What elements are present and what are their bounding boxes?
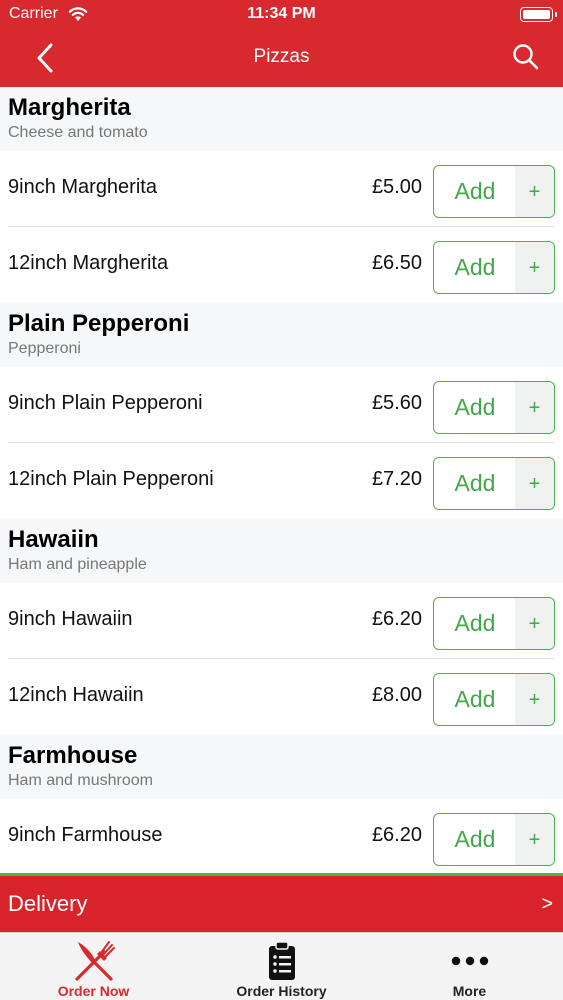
section-subtitle: Cheese and tomato <box>8 124 148 141</box>
status-time: 11:34 PM <box>247 5 316 22</box>
menu-item-row: 9inch Margherita £5.00 Add + <box>0 151 563 227</box>
clipboard-list-icon <box>188 938 375 984</box>
add-button-label: Add <box>454 470 496 496</box>
item-name: 12inch Hawaiin <box>8 684 144 706</box>
more-dots-icon <box>376 938 563 984</box>
section-subtitle: Ham and pineapple <box>8 556 147 573</box>
section-title: Hawaiin <box>8 526 99 553</box>
item-price: £5.00 <box>371 176 422 198</box>
add-button[interactable]: Add + <box>433 165 555 218</box>
search-button[interactable] <box>511 42 541 72</box>
section-subtitle: Pepperoni <box>8 340 81 357</box>
item-name: 12inch Plain Pepperoni <box>8 468 214 490</box>
item-price: £6.50 <box>371 252 422 274</box>
add-button[interactable]: Add + <box>433 813 555 866</box>
item-price: £7.20 <box>371 468 422 490</box>
section-header: Margherita Cheese and tomato <box>0 87 563 151</box>
section-subtitle: Ham and mushroom <box>8 772 153 789</box>
menu-item-row: 9inch Farmhouse £6.20 Add + <box>0 799 563 873</box>
add-button[interactable]: Add + <box>433 241 555 294</box>
add-button-label: Add <box>454 394 496 420</box>
plus-icon: + <box>515 814 554 865</box>
item-price: £6.20 <box>371 608 422 630</box>
section-header: Plain Pepperoni Pepperoni <box>0 303 563 367</box>
menu-item-row: 9inch Plain Pepperoni £5.60 Add + <box>0 367 563 443</box>
add-button-label: Add <box>454 610 496 636</box>
plus-icon: + <box>515 382 554 433</box>
tab-label: Order Now <box>57 983 130 999</box>
add-button[interactable]: Add + <box>433 381 555 434</box>
tab-order-now[interactable]: Order Now <box>0 933 187 1000</box>
plus-icon: + <box>515 242 554 293</box>
section-title: Margherita <box>8 94 131 121</box>
plus-icon: + <box>515 674 554 725</box>
plus-icon: + <box>515 458 554 509</box>
menu-list[interactable]: Margherita Cheese and tomato 9inch Margh… <box>0 87 563 873</box>
status-bar: Carrier 11:34 PM <box>0 0 563 30</box>
item-name: 9inch Margherita <box>8 176 157 198</box>
plus-icon: + <box>515 166 554 217</box>
menu-item-row: 9inch Hawaiin £6.20 Add + <box>0 583 563 659</box>
section-title: Farmhouse <box>8 742 138 769</box>
page-title: Pizzas <box>253 46 310 67</box>
tab-label: More <box>452 983 487 999</box>
delivery-bar[interactable]: Delivery > <box>0 873 563 932</box>
add-button-label: Add <box>454 254 496 280</box>
battery-icon <box>520 7 557 22</box>
tab-more[interactable]: More <box>376 933 563 1000</box>
add-button-label: Add <box>454 826 496 852</box>
tab-bar: Order Now Order History More <box>0 932 563 1000</box>
section-title: Plain Pepperoni <box>8 310 190 337</box>
menu-item-row: 12inch Margherita £6.50 Add + <box>0 227 563 303</box>
menu-item-row: 12inch Hawaiin £8.00 Add + <box>0 659 563 735</box>
item-price: £5.60 <box>371 392 422 414</box>
add-button[interactable]: Add + <box>433 673 555 726</box>
add-button-label: Add <box>454 686 496 712</box>
tab-order-history[interactable]: Order History <box>188 933 375 1000</box>
search-icon <box>513 44 539 70</box>
item-price: £8.00 <box>371 684 422 706</box>
add-button[interactable]: Add + <box>433 597 555 650</box>
delivery-label: Delivery <box>8 891 88 916</box>
nav-bar: Pizzas <box>0 30 563 87</box>
tab-label: Order History <box>236 983 327 999</box>
chevron-right-icon: > <box>541 893 553 915</box>
item-name: 9inch Hawaiin <box>8 608 133 630</box>
menu-item-row: 12inch Plain Pepperoni £7.20 Add + <box>0 443 563 519</box>
section-header: Farmhouse Ham and mushroom <box>0 735 563 799</box>
add-button[interactable]: Add + <box>433 457 555 510</box>
item-price: £6.20 <box>371 824 422 846</box>
item-name: 9inch Plain Pepperoni <box>8 392 203 414</box>
section-header: Hawaiin Ham and pineapple <box>0 519 563 583</box>
item-name: 12inch Margherita <box>8 252 169 274</box>
fork-knife-icon <box>0 938 187 984</box>
item-name: 9inch Farmhouse <box>8 824 163 846</box>
add-button-label: Add <box>454 178 496 204</box>
plus-icon: + <box>515 598 554 649</box>
